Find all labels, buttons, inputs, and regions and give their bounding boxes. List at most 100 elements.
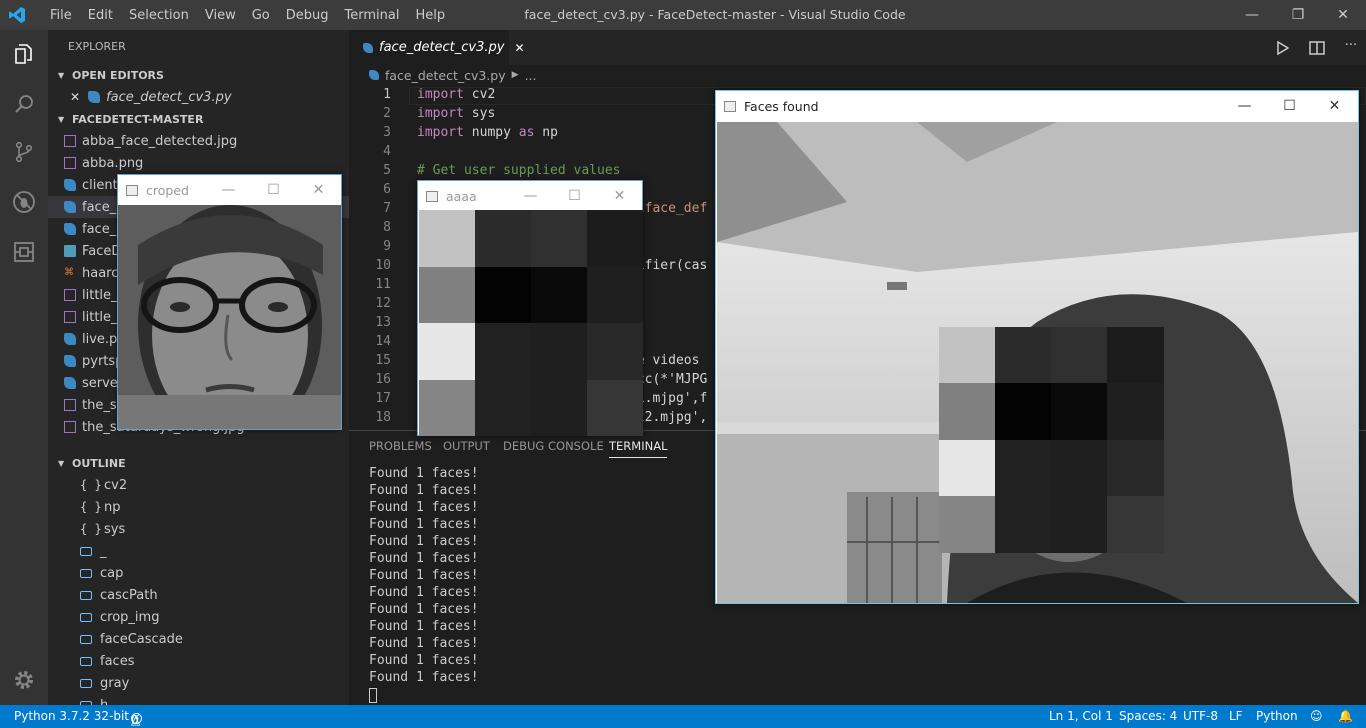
app-window-icon (724, 100, 736, 112)
open-editors-label: OPEN EDITORS (72, 68, 164, 82)
menu-go[interactable]: Go (244, 8, 278, 23)
close-button[interactable]: ✕ (1320, 0, 1366, 30)
close-icon[interactable]: ✕ (70, 90, 80, 104)
image-icon (64, 421, 76, 433)
open-editor-item[interactable]: ✕ face_detect_cv3.py (48, 86, 349, 108)
aaaa-minimize-button[interactable]: — (508, 181, 553, 211)
restore-button[interactable]: ❐ (1275, 0, 1321, 30)
python-interpreter[interactable]: Python 3.7.2 32-bit (14, 709, 129, 723)
debug-icon[interactable] (0, 178, 48, 226)
breadcrumb-more[interactable]: ... (525, 68, 537, 83)
tab-problems[interactable]: PROBLEMS (369, 439, 432, 453)
open-editors-header[interactable]: ▼ OPEN EDITORS (48, 64, 349, 86)
variable-icon (80, 634, 92, 644)
cursor-position[interactable]: Ln 1, Col 1 (1049, 709, 1113, 723)
croped-window[interactable]: croped — ☐ ✕ (117, 174, 342, 430)
faces-found-maximize-button[interactable]: ☐ (1267, 91, 1312, 121)
search-icon[interactable] (0, 80, 48, 128)
terminal-cursor (369, 688, 377, 703)
extensions-icon[interactable] (0, 228, 48, 276)
menu-view[interactable]: View (197, 8, 244, 23)
line-number: 13 (375, 315, 391, 330)
code-line: import sys (417, 106, 496, 121)
run-icon[interactable] (1272, 38, 1294, 58)
python-icon (88, 91, 101, 103)
more-actions-icon[interactable]: ··· (1340, 38, 1362, 58)
tab-debug-console[interactable]: DEBUG CONSOLE (503, 439, 604, 453)
outline-item[interactable]: { } cv2 (48, 474, 349, 496)
notifications-bell-icon[interactable]: 🔔 (1338, 709, 1353, 723)
file-item[interactable]: abba.png (48, 152, 349, 174)
outline-item[interactable]: { } np (48, 496, 349, 518)
line-number: 8 (383, 220, 391, 235)
menu-debug[interactable]: Debug (278, 8, 337, 23)
croped-minimize-button[interactable]: — (206, 175, 251, 205)
feedback-smiley-icon[interactable]: ☺ (1310, 709, 1323, 723)
aaaa-maximize-button[interactable]: ☐ (552, 181, 597, 211)
pixel-block (531, 210, 588, 267)
tab-output[interactable]: OUTPUT (443, 439, 490, 453)
outline-header[interactable]: ▼ OUTLINE (48, 452, 349, 474)
file-item[interactable]: abba_face_detected.jpg (48, 130, 349, 152)
outline-label: h (100, 697, 109, 706)
menu-help[interactable]: Help (407, 8, 453, 23)
variable-icon (80, 546, 92, 556)
croped-maximize-button[interactable]: ☐ (251, 175, 296, 205)
explorer-icon[interactable] (0, 30, 48, 78)
encoding[interactable]: UTF-8 (1183, 709, 1218, 723)
variable-icon (80, 678, 92, 688)
tab-close-icon[interactable]: ✕ (514, 41, 524, 55)
pixelated-face-grid (419, 210, 643, 436)
outline-item[interactable]: faceCascade (48, 628, 349, 650)
faces-found-window[interactable]: Faces found — ☐ ✕ (715, 90, 1359, 604)
outline-item[interactable]: faces (48, 650, 349, 672)
python-icon (64, 179, 76, 191)
pixel-block (475, 323, 532, 380)
outline-item[interactable]: gray (48, 672, 349, 694)
terminal-line: Found 1 faces! (369, 602, 479, 617)
file-label: FaceD (82, 243, 122, 259)
outline-item[interactable]: cascPath (48, 584, 349, 606)
split-editor-icon[interactable] (1306, 38, 1328, 58)
faces-found-title: Faces found (744, 98, 819, 114)
outline-item[interactable]: cap (48, 562, 349, 584)
menu-edit[interactable]: Edit (80, 8, 121, 23)
settings-gear-icon[interactable] (0, 656, 48, 704)
croped-close-button[interactable]: ✕ (296, 175, 341, 205)
keyword: as (510, 125, 543, 140)
pixel-block (1107, 327, 1164, 384)
menu-file[interactable]: File (42, 8, 80, 23)
outline-item[interactable]: crop_img (48, 606, 349, 628)
python-icon (64, 201, 76, 213)
end-of-line[interactable]: LF (1229, 709, 1243, 723)
pixel-block (939, 383, 996, 440)
aaaa-title: aaaa (446, 188, 477, 204)
indentation[interactable]: Spaces: 4 (1119, 709, 1177, 723)
tab-face-detect[interactable]: face_detect_cv3.py ✕ (349, 30, 525, 65)
explorer-title: EXPLORER (68, 40, 126, 53)
terminal-line: Found 1 faces! (369, 466, 479, 481)
faces-found-minimize-button[interactable]: — (1222, 91, 1267, 121)
webcam-frame-image (717, 122, 1358, 603)
title-bar: File Edit Selection View Go Debug Termin… (0, 0, 1366, 30)
pixel-block (1107, 439, 1164, 497)
python-icon (64, 223, 76, 235)
aaaa-window[interactable]: aaaa — ☐ ✕ (417, 180, 643, 436)
variable-icon (80, 590, 92, 600)
outline-item[interactable]: _ (48, 540, 349, 562)
line-number: 14 (375, 334, 391, 349)
source-control-icon[interactable] (0, 128, 48, 176)
outline-item[interactable]: h (48, 694, 349, 705)
minimize-button[interactable]: — (1229, 0, 1275, 30)
pixel-block (531, 323, 588, 380)
menu-selection[interactable]: Selection (121, 8, 197, 23)
faces-found-close-button[interactable]: ✕ (1312, 91, 1357, 121)
folder-header[interactable]: ▼ FACEDETECT-MASTER (48, 108, 349, 130)
aaaa-close-button[interactable]: ✕ (597, 181, 642, 211)
pixel-block (995, 495, 1052, 553)
menu-terminal[interactable]: Terminal (337, 8, 408, 23)
breadcrumb-file[interactable]: face_detect_cv3.py (385, 68, 506, 83)
tab-terminal[interactable]: TERMINAL (609, 439, 668, 458)
outline-item[interactable]: { } sys (48, 518, 349, 540)
language-mode[interactable]: Python (1256, 709, 1298, 723)
